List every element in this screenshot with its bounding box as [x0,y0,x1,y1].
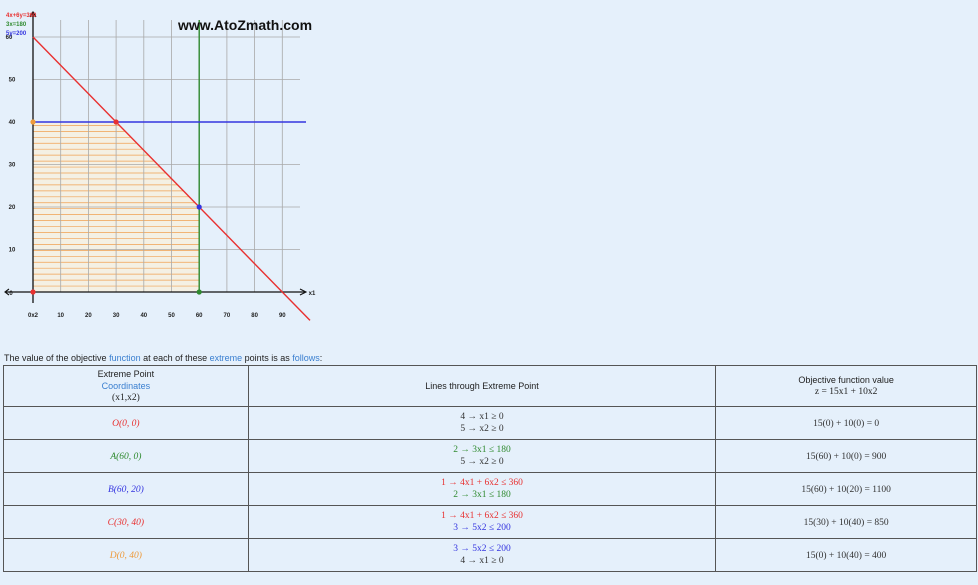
cell-point: C(30, 40) [3,505,249,539]
function-link[interactable]: function [109,353,141,363]
follows-link[interactable]: follows [292,353,320,363]
cell-value: 15(0) + 10(40) = 400 [715,538,977,572]
cell-value: 15(0) + 10(0) = 0 [715,406,977,440]
y-tick-label: 40 [9,120,16,126]
y-tick-label: 50 [9,78,16,84]
x-tick-label: 50 [168,313,175,319]
table-row: A(60, 0) 2 → 3x1 ≤ 180 5 → x2 ≥ 0 15(60) + … [3,439,977,473]
objective-value: 15(0) + 10(40) = 400 [805,550,887,561]
header-lines: Lines through Extreme Point [247,365,717,407]
table-row: B(60, 20) 1 → 4x1 + 6x2 ≤ 360 2 → 3x1 ≤ 18… [3,472,977,506]
extreme-point-label: D(0, 40) [109,550,142,561]
cell-point: D(0, 40) [3,538,249,572]
objective-value: 15(0) + 10(0) = 0 [813,418,880,429]
extreme-points-table: Extreme Point Coordinates (x1,x2) Lines … [3,365,977,572]
line-constraint: 5 → x2 ≥ 0 [460,457,504,467]
extreme-point-marker [196,204,202,210]
coordinates-link[interactable]: Coordinates [4,380,248,392]
objective-value: 15(60) + 10(0) = 900 [805,451,887,462]
extreme-point-marker [30,289,36,295]
extreme-point-label: C(30, 40) [107,517,145,528]
x-tick-label: 70 [224,313,231,319]
extreme-point-marker [113,119,119,125]
extreme-point-marker [196,289,202,295]
lpp-graph: 10 20 30 40 50 60 70 80 90102030405060x10x20 4x+… [4,10,316,321]
header-objective-formula: z = 15x1 + 10x2 [814,387,878,397]
line-constraint: 5 → x2 ≥ 0 [460,424,504,434]
line-constraint: 1 → 4x1 + 6x2 ≤ 360 [441,478,523,488]
cell-lines: 1 → 4x1 + 6x2 ≤ 360 2 → 3x1 ≤ 180 [247,472,717,506]
table-row: D(0, 40) 3 → 5x2 ≤ 200 4 → x1 ≥ 0 15(0) + 1… [3,538,977,572]
cell-point: B(60, 20) [3,472,249,506]
line-constraint: 2 → 3x1 ≤ 180 [453,445,511,455]
line-constraint: 2 → 3x1 ≤ 180 [453,490,511,500]
objective-value: 15(60) + 10(20) = 1100 [801,484,891,495]
extreme-point-label: A(60, 0) [110,451,142,462]
x-tick-label: 30 [113,313,120,319]
origin-label: 0x2 [28,313,39,319]
x-tick-label: 10 [57,313,64,319]
table-body: O(0, 0) 4 → x1 ≥ 0 5 → x2 ≥ 0 15(0) + 10(0)… [3,406,977,572]
x-tick-label: 40 [140,313,147,319]
cell-lines: 4 → x1 ≥ 0 5 → x2 ≥ 0 [247,406,717,440]
line-legend-label: 5y=200 [6,31,27,37]
header-objective-label: Objective function value [798,375,894,385]
line-constraint: 4 → x1 ≥ 0 [460,556,504,566]
extreme-point-label: O(0, 0) [112,418,140,429]
line-constraint: 3 → 5x2 ≤ 200 [453,544,511,554]
x-tick-label: 90 [279,313,286,319]
cell-value: 15(30) + 10(40) = 850 [715,505,977,539]
line-constraint: 1 → 4x1 + 6x2 ≤ 360 [441,511,523,521]
extreme-point-label: B(60, 20) [107,484,144,495]
extreme-point-marker [30,119,36,125]
cell-point: A(60, 0) [3,439,249,473]
line-constraint: 3 → 5x2 ≤ 200 [453,523,511,533]
y-tick-label: 30 [9,163,16,169]
y-tick-label: 10 [9,248,16,254]
y-tick-label: 20 [9,205,16,211]
cell-lines: 1 → 4x1 + 6x2 ≤ 360 3 → 5x2 ≤ 200 [247,505,717,539]
objective-value: 15(30) + 10(40) = 850 [803,517,889,528]
table-row: C(30, 40) 1 → 4x1 + 6x2 ≤ 360 3 → 5x2 ≤ 20… [3,505,977,539]
header-objective: Objective function value z = 15x1 + 10x2 [715,365,977,407]
line-constraint: 4 → x1 ≥ 0 [460,412,504,422]
cell-point: O(0, 0) [3,406,249,440]
cell-lines: 2 → 3x1 ≤ 180 5 → x2 ≥ 0 [247,439,717,473]
objective-sentence: The value of the objective function at e… [4,353,322,363]
sentence-text: at each of these [140,353,210,363]
line-legend-label: 4x+6y=360 [6,13,37,19]
sentence-text: points is as [242,353,293,363]
x-tick-label: 20 [85,313,92,319]
header-coord-form: (x1,x2) [112,393,140,403]
sentence-text: The value of the objective [4,353,110,363]
cell-lines: 3 → 5x2 ≤ 200 4 → x1 ≥ 0 [247,538,717,572]
cell-value: 15(60) + 10(20) = 1100 [715,472,977,506]
line-legend-label: 3x=180 [6,22,27,28]
header-extreme-point: Extreme Point Coordinates (x1,x2) [3,365,249,407]
header-extreme-point-label: Extreme Point [97,369,155,379]
x-tick-label: 60 [196,313,203,319]
x-axis-name: x1 [309,291,316,297]
cell-value: 15(60) + 10(0) = 900 [715,439,977,473]
watermark: www.AtoZmath.com [178,17,313,33]
extreme-link[interactable]: extreme [210,353,243,363]
colon: : [319,353,323,363]
table-row: O(0, 0) 4 → x1 ≥ 0 5 → x2 ≥ 0 15(0) + 10(0)… [3,406,977,440]
table-header-row: Extreme Point Coordinates (x1,x2) Lines … [3,365,977,407]
x-tick-label: 80 [251,313,258,319]
